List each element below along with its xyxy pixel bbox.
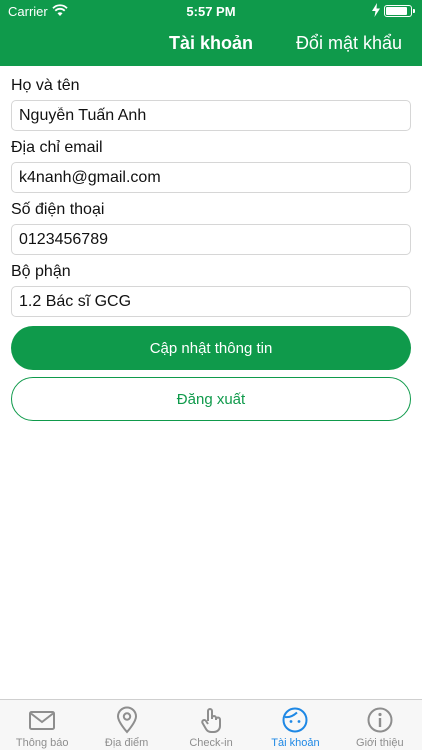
- account-face-icon: [282, 707, 308, 733]
- tab-bar: Thông báo Địa điểm Check-in Tài khoản Gi…: [0, 699, 422, 750]
- name-label: Họ và tên: [11, 77, 80, 94]
- tab-label: Địa điểm: [104, 737, 149, 749]
- department-label: Bộ phận: [11, 263, 71, 280]
- navigation-bar: Tài khoản Đổi mật khẩu: [0, 22, 422, 66]
- email-field[interactable]: [11, 162, 411, 193]
- phone-field[interactable]: [11, 224, 411, 255]
- tab-label: Thông báo: [15, 737, 69, 749]
- tab-label: Giới thiệu: [356, 737, 404, 749]
- email-label: Địa chỉ email: [11, 139, 103, 156]
- status-bar: Carrier 5:57 PM: [0, 0, 422, 22]
- tab-check-in[interactable]: Check-in: [169, 700, 253, 750]
- clock: 5:57 PM: [186, 4, 236, 19]
- department-field[interactable]: [11, 286, 411, 317]
- update-info-button[interactable]: Cập nhật thông tin: [11, 326, 411, 370]
- phone-label: Số điện thoại: [11, 201, 105, 218]
- account-form: Họ và tên Địa chỉ email Số điện thoại Bộ…: [11, 76, 411, 324]
- tab-label: Check-in: [189, 737, 233, 749]
- tab-about[interactable]: Giới thiệu: [338, 700, 422, 750]
- hand-tap-icon: [201, 708, 222, 733]
- charging-icon: [372, 3, 380, 17]
- logout-button[interactable]: Đăng xuất: [11, 377, 411, 421]
- info-icon: [367, 707, 393, 733]
- change-password-button[interactable]: Đổi mật khẩu: [296, 33, 402, 54]
- tab-label: Tài khoản: [271, 737, 320, 749]
- location-pin-icon: [116, 706, 137, 734]
- tab-notifications[interactable]: Thông báo: [0, 700, 84, 750]
- battery-icon: [384, 5, 415, 17]
- mail-icon: [29, 711, 56, 730]
- name-field[interactable]: [11, 100, 411, 131]
- tab-account[interactable]: Tài khoản: [253, 700, 337, 750]
- tab-locations[interactable]: Địa điểm: [84, 700, 168, 750]
